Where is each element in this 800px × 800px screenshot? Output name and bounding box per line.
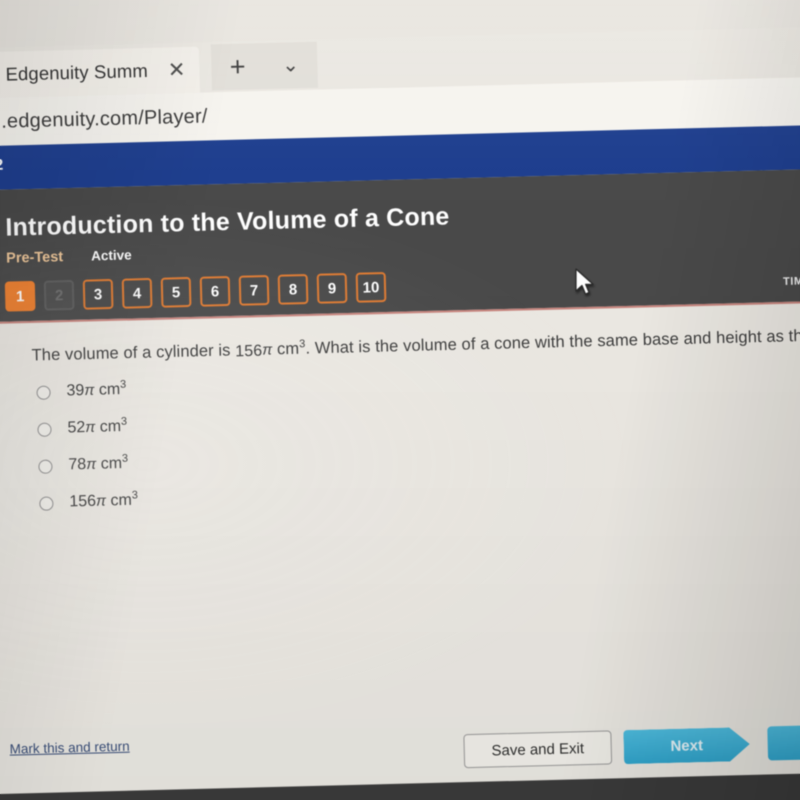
- question-given-unit: cm: [276, 339, 300, 359]
- pager-item-3[interactable]: 3: [82, 278, 114, 310]
- answer-choice[interactable]: 52π cm3: [37, 415, 136, 444]
- pager-item-6[interactable]: 6: [199, 275, 231, 307]
- pager-item-7[interactable]: 7: [238, 274, 270, 306]
- browser-tab[interactable]: SOAR Edgenuity Summ ✕: [0, 46, 201, 100]
- assignment-meta: Pre-Test Active: [6, 247, 132, 266]
- answer-value: 39: [66, 382, 85, 400]
- answer-value: 156: [69, 492, 97, 511]
- answer-choice[interactable]: 39π cm3: [36, 378, 135, 407]
- answer-choice-label: 39π cm3: [66, 379, 126, 401]
- status-badge: Active: [90, 247, 132, 264]
- pager-item-10[interactable]: 10: [355, 272, 387, 303]
- pi-symbol: π: [85, 418, 96, 436]
- question-given-value: 156: [235, 342, 263, 361]
- answer-unit: cm: [99, 418, 122, 436]
- url-text: e.learn.edgenuity.com/Player/: [0, 104, 208, 134]
- pager-item-1[interactable]: 1: [4, 280, 36, 312]
- pager-item-9[interactable]: 9: [316, 273, 348, 304]
- radio-button[interactable]: [39, 496, 54, 511]
- close-icon[interactable]: ✕: [168, 59, 186, 82]
- pi-symbol: π: [85, 455, 97, 473]
- course-title: Math S2: [0, 156, 4, 175]
- answer-unit: cm: [98, 381, 121, 399]
- save-and-exit-button[interactable]: Save and Exit: [463, 730, 613, 769]
- answer-value: 52: [67, 418, 86, 437]
- radio-button[interactable]: [36, 385, 51, 400]
- radio-button[interactable]: [38, 459, 53, 474]
- screen-content: SOAR Edgenuity Summ ✕ + ⌄ e.learn.edgenu…: [0, 0, 800, 800]
- pi-symbol: π: [84, 381, 95, 400]
- question-pager: 1 2 3 4 5 6 7 8 9 10: [4, 272, 387, 312]
- pager-item-8[interactable]: 8: [277, 273, 309, 305]
- answer-exponent: 3: [131, 489, 139, 502]
- answer-choices: 39π cm3 52π cm3 78π cm3 156π cm3: [36, 378, 138, 528]
- tab-controls: + ⌄: [210, 41, 318, 91]
- answer-exponent: 3: [120, 415, 128, 428]
- radio-button[interactable]: [37, 422, 52, 437]
- pager-item-5[interactable]: 5: [160, 276, 192, 308]
- pager-item-4[interactable]: 4: [121, 277, 153, 309]
- lesson-header: Introduction to the Volume of a Cone Pre…: [0, 168, 800, 327]
- chevron-down-icon[interactable]: ⌄: [282, 54, 299, 76]
- photographed-screen: SOAR Edgenuity Summ ✕ + ⌄ e.learn.edgenu…: [0, 0, 800, 800]
- pi-symbol: π: [261, 341, 273, 359]
- question-text-before: The volume of a cylinder is: [31, 341, 231, 365]
- answer-choice[interactable]: 78π cm3: [38, 452, 137, 481]
- pi-symbol: π: [95, 492, 107, 510]
- answer-choice[interactable]: 156π cm3: [39, 489, 138, 518]
- next-button[interactable]: Next: [623, 727, 750, 764]
- answer-exponent: 3: [121, 452, 129, 465]
- plus-icon[interactable]: +: [229, 51, 246, 81]
- answer-unit: cm: [100, 455, 123, 473]
- submit-button[interactable]: Submit: [767, 723, 800, 761]
- mouse-pointer-icon: [575, 268, 594, 295]
- browser-tab-title: SOAR Edgenuity Summ: [0, 59, 149, 86]
- answer-choice-label: 52π cm3: [67, 416, 127, 438]
- answer-value: 78: [68, 455, 87, 474]
- question-text-after: . What is the volume of a cone with the …: [305, 325, 800, 358]
- page-title: Introduction to the Volume of a Cone: [5, 202, 450, 242]
- answer-unit: cm: [110, 491, 133, 510]
- question-text: The volume of a cylinder is 156π cm3. Wh…: [31, 323, 800, 366]
- answer-choice-label: 78π cm3: [68, 453, 128, 475]
- assignment-type-label: Pre-Test: [5, 249, 64, 267]
- answer-choice-label: 156π cm3: [69, 489, 138, 511]
- mark-this-and-return-link[interactable]: Mark this and return: [9, 739, 129, 757]
- time-remaining-label: TIM: [782, 275, 800, 288]
- pager-item-2: 2: [43, 279, 75, 311]
- answer-exponent: 3: [119, 378, 127, 391]
